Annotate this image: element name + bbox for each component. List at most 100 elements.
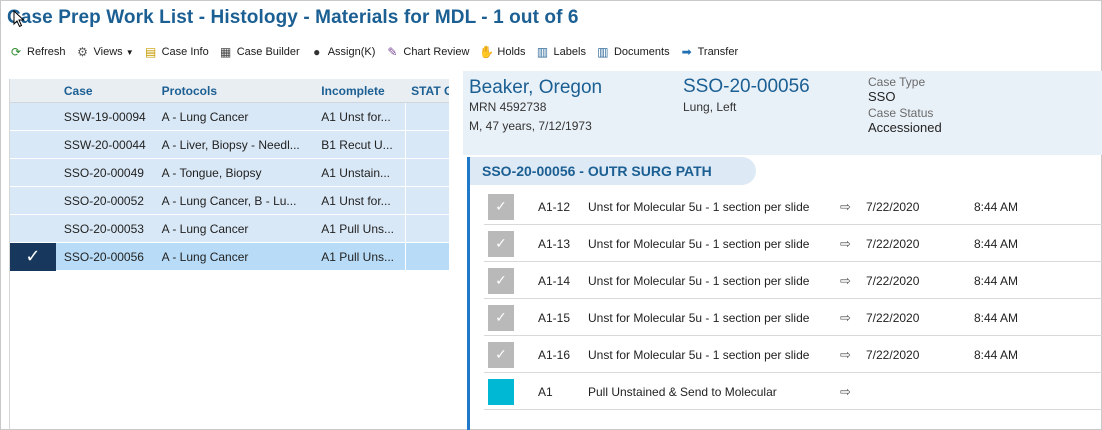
completed-checkbox[interactable]: ✓ xyxy=(488,230,514,257)
case-status-label: Case Status xyxy=(868,106,934,120)
header-protocols[interactable]: Protocols xyxy=(156,84,316,98)
mouse-cursor-icon xyxy=(13,10,25,28)
documents-label: Documents xyxy=(613,46,670,58)
task-time: 8:44 AM xyxy=(974,310,1019,325)
documents-icon: ▥ xyxy=(597,45,609,59)
protocols-cell: A - Lung Cancer xyxy=(161,109,249,124)
documents-button[interactable]: ▥ Documents xyxy=(596,45,670,59)
case-builder-label: Case Builder xyxy=(236,46,300,58)
labels-icon: ▥ xyxy=(536,45,549,59)
case-number[interactable]: SSO-20-00056 xyxy=(683,76,810,98)
completed-checkbox[interactable]: ✓ xyxy=(488,267,514,294)
case-info-label: Case Info xyxy=(161,46,209,58)
table-row[interactable]: SSW-19-00094 A - Lung Cancer A1 Unst for..… xyxy=(10,102,449,131)
task-date: 7/22/2020 xyxy=(866,236,920,251)
person-icon: ● xyxy=(313,45,321,59)
task-block: A1-16 xyxy=(538,347,571,362)
stat-cell xyxy=(405,214,449,243)
case-info-button[interactable]: ▤ Case Info xyxy=(144,45,209,59)
refresh-label: Refresh xyxy=(27,46,66,58)
completed-checkbox[interactable]: ✓ xyxy=(488,304,514,331)
stat-cell xyxy=(405,186,449,215)
row-select-cell[interactable] xyxy=(10,187,56,215)
task-time: 8:44 AM xyxy=(974,347,1019,362)
task-row[interactable]: ✓ A1-13 Unst for Molecular 5u - 1 section … xyxy=(484,226,1102,262)
page-title-text: Case Prep Work List - Histology - Materi… xyxy=(7,7,579,28)
patient-name[interactable]: Beaker, Oregon xyxy=(469,77,602,99)
pending-checkbox[interactable]: ✓ xyxy=(488,378,514,405)
holds-label: Holds xyxy=(497,46,526,58)
row-select-cell[interactable] xyxy=(10,159,56,187)
task-date: 7/22/2020 xyxy=(866,347,920,362)
task-date: 7/22/2020 xyxy=(866,310,920,325)
case-cell: SSO-20-00053 xyxy=(63,221,144,236)
task-row[interactable]: ✓ A1-16 Unst for Molecular 5u - 1 section … xyxy=(484,337,1102,373)
task-row[interactable]: ✓ A1-14 Unst for Molecular 5u - 1 section … xyxy=(484,263,1102,299)
task-date: 7/22/2020 xyxy=(866,199,920,214)
send-out-icon[interactable]: ⇨ xyxy=(840,273,860,289)
task-row[interactable]: ✓ A1-12 Unst for Molecular 5u - 1 section … xyxy=(484,189,1102,225)
patient-demographics: M, 47 years, 7/12/1973 xyxy=(469,119,592,133)
refresh-button[interactable]: ⟳ Refresh xyxy=(9,45,66,59)
incomplete-cell: A1 Unst for... xyxy=(321,109,391,124)
task-time: 8:44 AM xyxy=(974,199,1019,214)
completed-checkbox[interactable]: ✓ xyxy=(488,341,514,368)
case-meta: Case Type SSO Case Status Accessioned xyxy=(868,75,1068,137)
case-cell: SSW-20-00044 xyxy=(63,137,146,152)
list-rows: SSW-19-00094 A - Lung Cancer A1 Unst for..… xyxy=(10,102,449,271)
holds-button[interactable]: ✋ Holds xyxy=(479,45,526,59)
task-description: Unst for Molecular 5u - 1 section per sl… xyxy=(588,236,810,251)
case-cell: SSO-20-00049 xyxy=(63,165,144,180)
task-block: A1-13 xyxy=(538,236,571,251)
page-title: Case Prep Work List - Histology - Materi… xyxy=(7,7,579,29)
send-out-icon[interactable]: ⇨ xyxy=(840,310,860,326)
case-tasks-section: SSO-20-00056 - OUTR SURG PATH ✓ A1-12 Unst… xyxy=(467,157,1102,430)
header-stat[interactable]: STAT Ca xyxy=(405,84,449,98)
task-description: Unst for Molecular 5u - 1 section per sl… xyxy=(588,199,810,214)
stat-cell xyxy=(405,242,449,271)
protocols-cell: A - Tongue, Biopsy xyxy=(161,165,262,180)
send-out-icon[interactable]: ⇨ xyxy=(840,347,860,363)
task-time: 8:44 AM xyxy=(974,273,1019,288)
header-incomplete[interactable]: Incomplete xyxy=(315,84,405,98)
table-row[interactable]: ✓ SSO-20-00056 A - Lung Cancer A1 Pull Uns.… xyxy=(10,242,449,271)
task-description: Unst for Molecular 5u - 1 section per sl… xyxy=(588,347,810,362)
send-out-icon[interactable]: ⇨ xyxy=(840,384,860,400)
arrow-right-icon: ➡ xyxy=(681,45,692,59)
table-row[interactable]: SSW-20-00044 A - Liver, Biopsy - Needl...… xyxy=(10,130,449,159)
case-section-title[interactable]: SSO-20-00056 - OUTR SURG PATH xyxy=(470,157,756,185)
send-out-icon[interactable]: ⇨ xyxy=(840,236,860,252)
task-row[interactable]: ✓ A1 Pull Unstained & Send to Molecular ⇨ xyxy=(484,374,1102,410)
task-block: A1-15 xyxy=(538,310,571,325)
table-row[interactable]: SSO-20-00052 A - Lung Cancer, B - Lu... A1… xyxy=(10,186,449,215)
row-select-cell[interactable] xyxy=(10,131,56,159)
assign-button[interactable]: ● Assign(K) xyxy=(310,45,375,59)
gears-icon: ⚙ xyxy=(77,45,88,59)
protocols-cell: A - Lung Cancer xyxy=(161,221,249,236)
chart-review-button[interactable]: ✎ Chart Review xyxy=(385,45,469,59)
transfer-button[interactable]: ➡ Transfer xyxy=(680,45,739,59)
stat-cell xyxy=(405,158,449,187)
incomplete-cell: A1 Pull Uns... xyxy=(321,249,394,264)
checkmark-icon[interactable]: ✓ xyxy=(10,242,56,271)
task-row[interactable]: ✓ A1-15 Unst for Molecular 5u - 1 section … xyxy=(484,300,1102,336)
row-select-cell[interactable] xyxy=(10,103,56,131)
task-description: Unst for Molecular 5u - 1 section per sl… xyxy=(588,310,810,325)
case-builder-icon: ▦ xyxy=(220,45,232,59)
case-builder-button[interactable]: ▦ Case Builder xyxy=(219,45,300,59)
case-info-icon: ▤ xyxy=(144,45,157,59)
case-cell: SSO-20-00056 xyxy=(63,249,144,264)
case-work-list: Case Protocols Incomplete STAT Ca SSW-19… xyxy=(9,79,449,430)
send-out-icon[interactable]: ⇨ xyxy=(840,199,860,215)
protocols-cell: A - Liver, Biopsy - Needl... xyxy=(161,137,300,152)
task-description: Unst for Molecular 5u - 1 section per sl… xyxy=(588,273,810,288)
row-select-cell[interactable] xyxy=(10,215,56,243)
incomplete-cell: B1 Recut U... xyxy=(321,137,393,152)
completed-checkbox[interactable]: ✓ xyxy=(488,193,514,220)
header-case[interactable]: Case xyxy=(56,84,156,98)
table-row[interactable]: SSO-20-00049 A - Tongue, Biopsy A1 Unstain… xyxy=(10,158,449,187)
table-row[interactable]: SSO-20-00053 A - Lung Cancer A1 Pull Uns..… xyxy=(10,214,449,243)
labels-button[interactable]: ▥ Labels xyxy=(536,45,586,59)
views-button[interactable]: ⚙ Views ▼ xyxy=(76,45,133,59)
window-frame: Case Prep Work List - Histology - Materi… xyxy=(0,0,1102,430)
